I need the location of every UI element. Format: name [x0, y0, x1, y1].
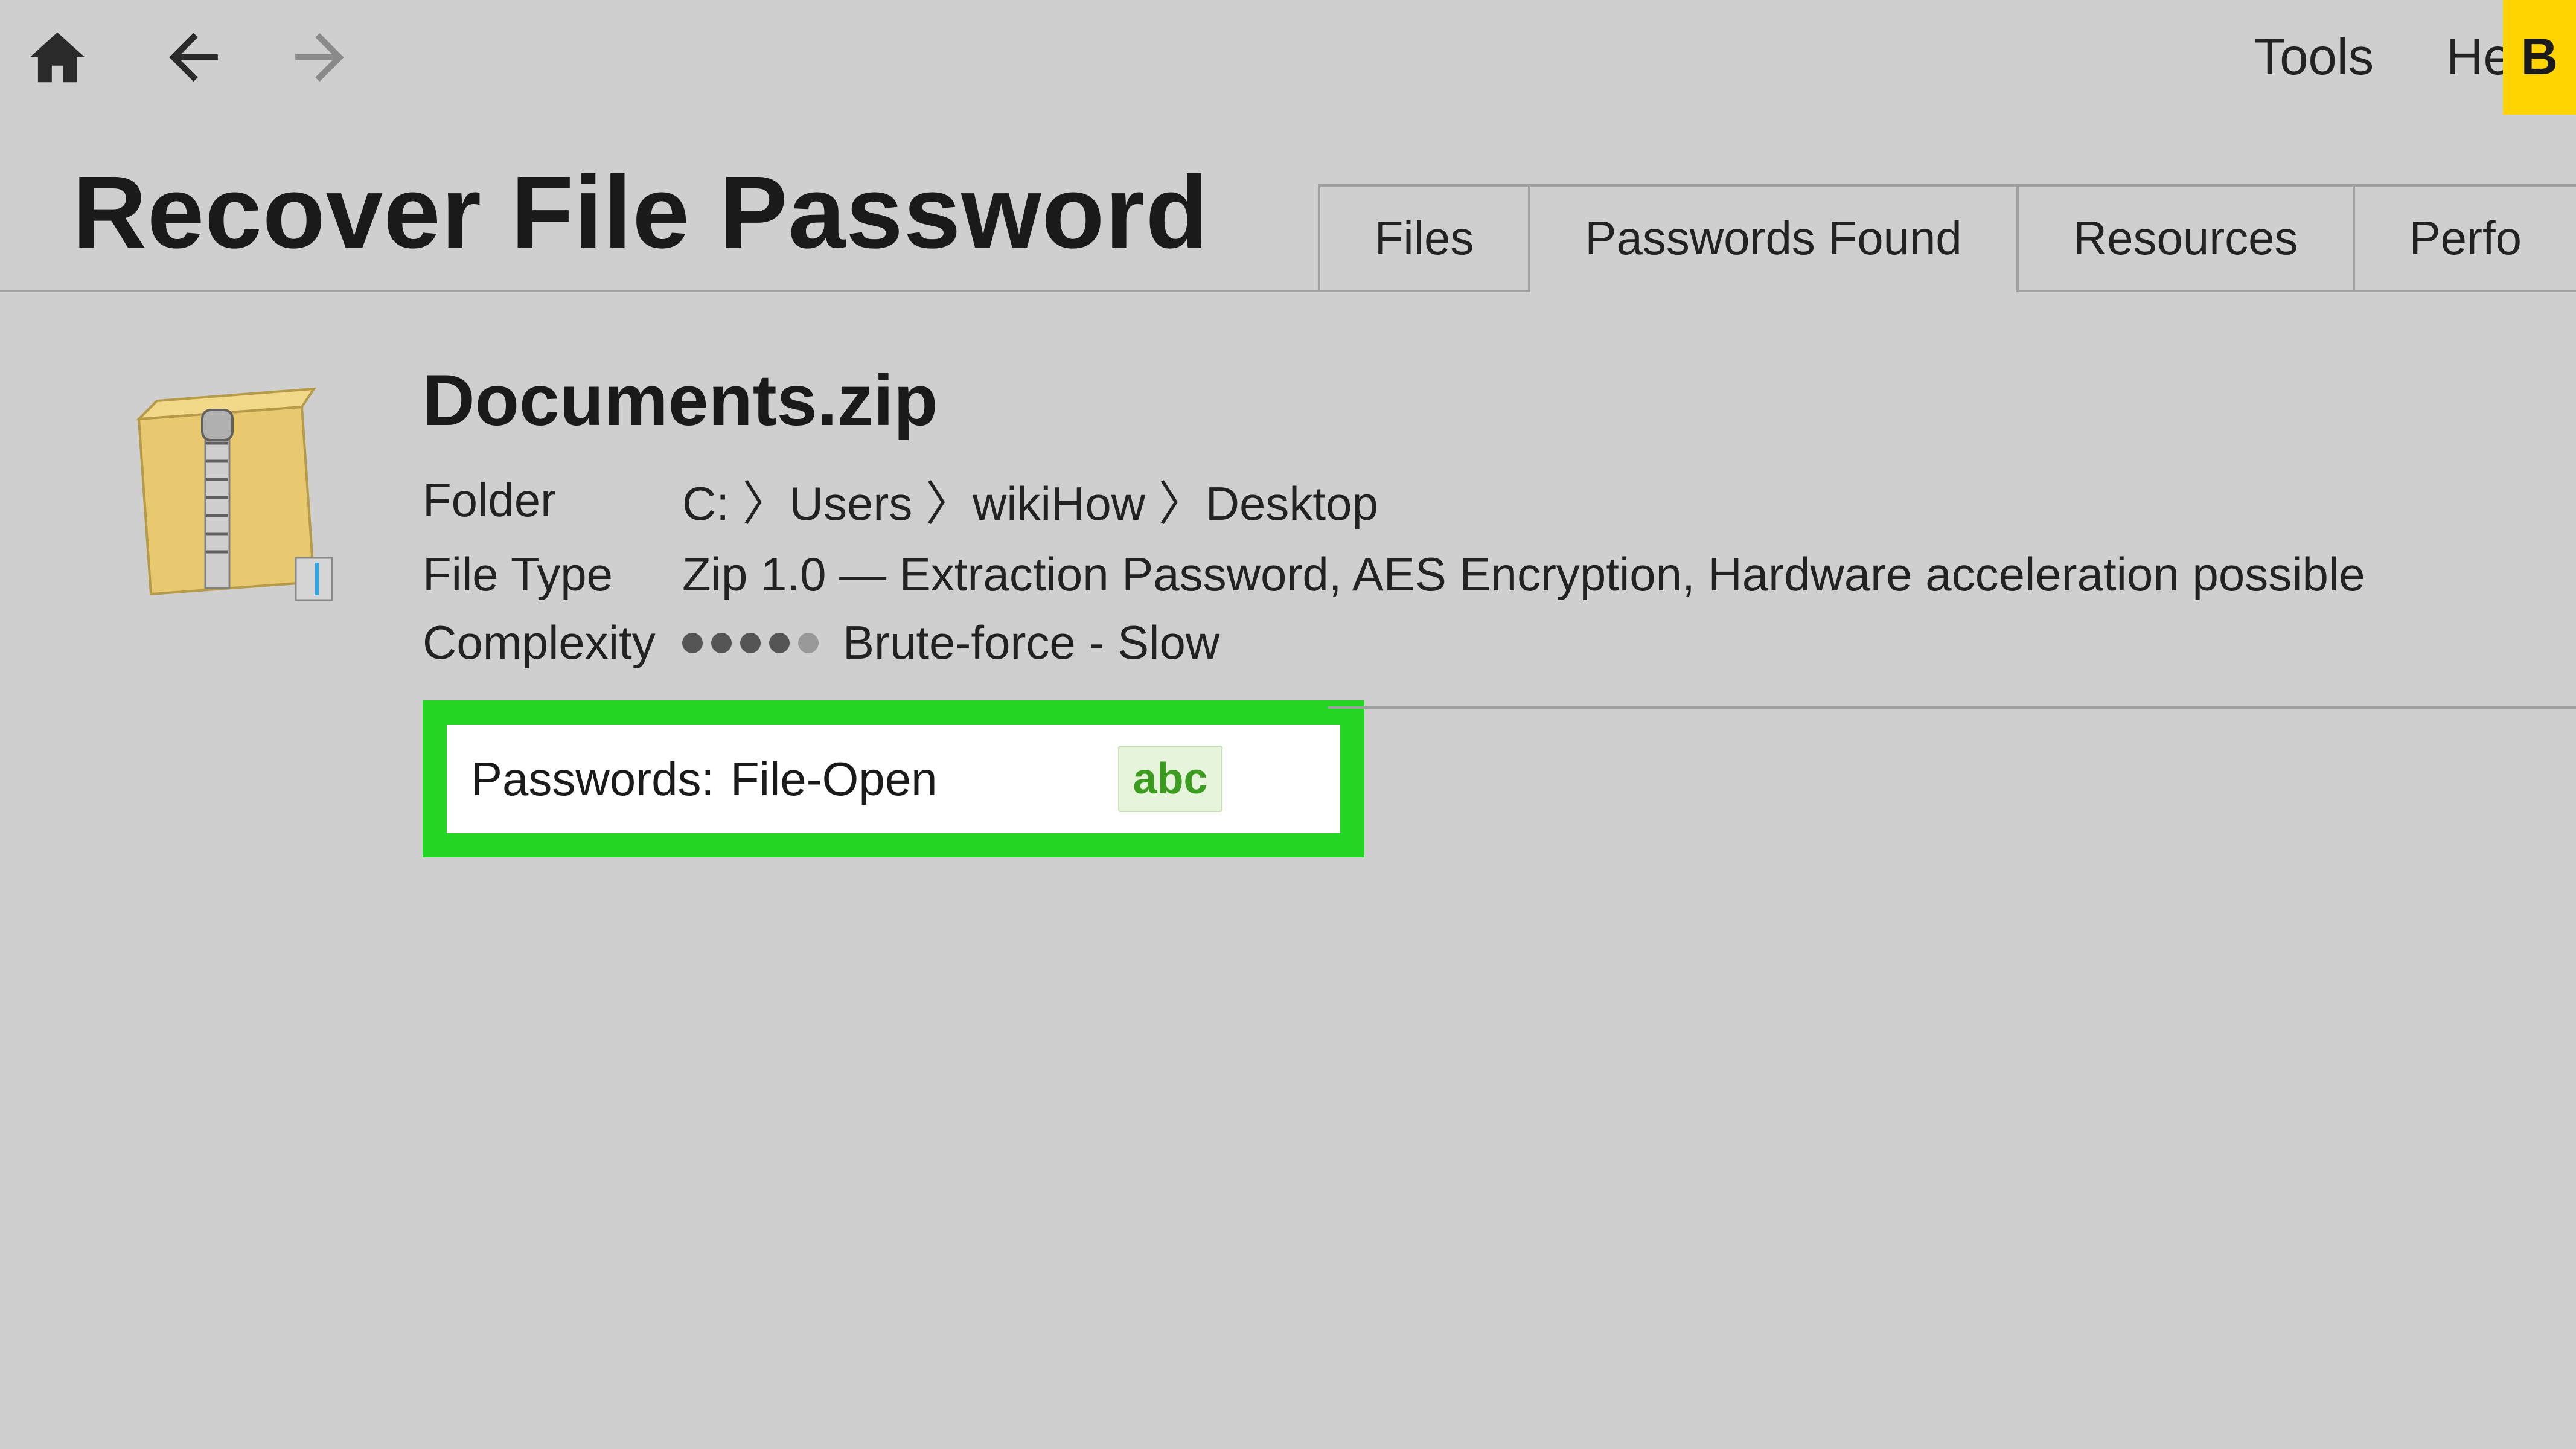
abc-badge[interactable]: abc [1118, 746, 1222, 812]
forward-button[interactable] [278, 12, 368, 103]
filetype-label: File Type [423, 547, 682, 602]
content-area: Documents.zip Folder C: 〉Users 〉wikiHow … [0, 292, 2576, 857]
content-divider [1328, 706, 2576, 709]
tab-files[interactable]: Files [1318, 184, 1531, 290]
file-details: Documents.zip Folder C: 〉Users 〉wikiHow … [423, 353, 2576, 857]
complexity-value: Brute-force - Slow [843, 615, 1219, 670]
arrow-right-icon [290, 24, 356, 91]
passwords-row: Passwords: File-Open abc [447, 724, 1340, 833]
folder-row: Folder C: 〉Users 〉wikiHow 〉Desktop [423, 466, 2576, 534]
complexity-row: Complexity Brute-force - Slow [423, 615, 2576, 670]
passwords-value: File-Open [730, 752, 937, 807]
complexity-dots [682, 633, 819, 653]
passwords-label: Passwords: [471, 752, 730, 807]
tab-performance[interactable]: Perfo [2353, 184, 2576, 290]
filetype-row: File Type Zip 1.0 — Extraction Password,… [423, 547, 2576, 602]
dot-icon [740, 633, 761, 653]
header-row: Recover File Password Files Passwords Fo… [0, 115, 2576, 292]
complexity-label: Complexity [423, 615, 682, 670]
file-name: Documents.zip [423, 359, 2576, 442]
dot-icon [769, 633, 790, 653]
folder-label: Folder [423, 473, 682, 528]
tab-passwords-found[interactable]: Passwords Found [1528, 184, 2018, 290]
passwords-highlight-box: Passwords: File-Open abc [423, 700, 1364, 857]
home-button[interactable] [12, 12, 103, 103]
back-button[interactable] [145, 12, 235, 103]
page-title: Recover File Password [0, 153, 1209, 290]
folder-value: C: 〉Users 〉wikiHow 〉Desktop [682, 466, 1378, 534]
top-toolbar: Tools Help [0, 0, 2576, 115]
home-icon [24, 24, 91, 91]
filetype-value: Zip 1.0 — Extraction Password, AES Encry… [682, 547, 2365, 602]
dot-icon [711, 633, 732, 653]
tools-menu[interactable]: Tools [2254, 28, 2374, 87]
arrow-left-icon [157, 24, 223, 91]
tab-resources[interactable]: Resources [2016, 184, 2355, 290]
tab-bar: Files Passwords Found Resources Perfo [1318, 115, 2576, 290]
buy-button[interactable]: B [2503, 0, 2576, 115]
dot-icon [798, 633, 819, 653]
dot-icon [682, 633, 703, 653]
zip-file-icon [97, 353, 350, 618]
